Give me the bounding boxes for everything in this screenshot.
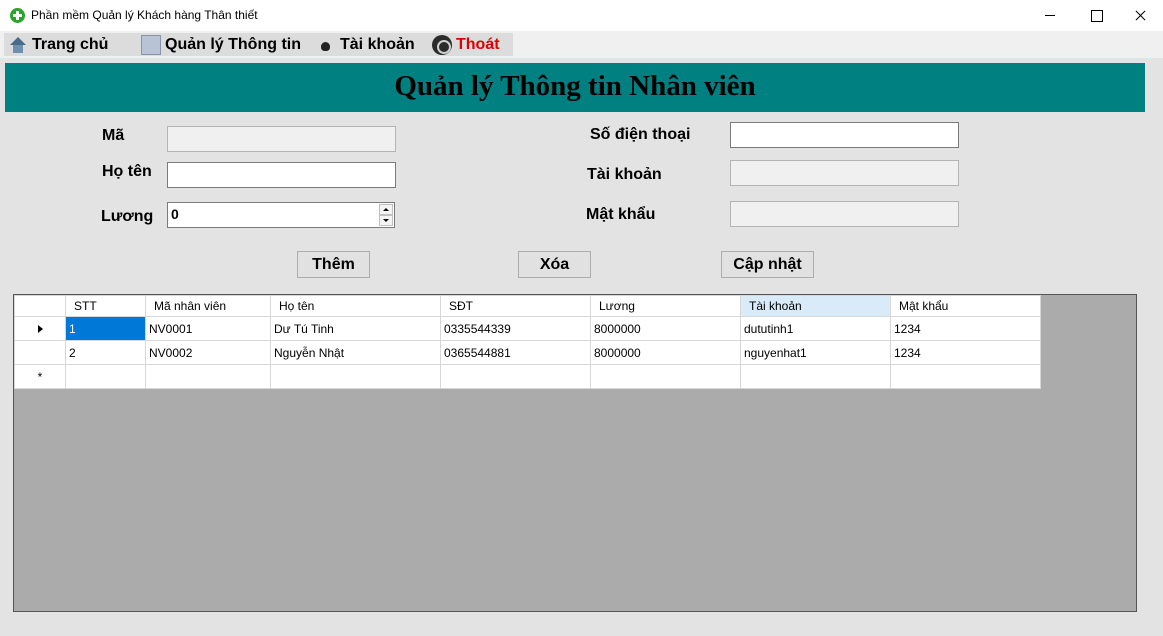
- row-header[interactable]: [14, 316, 66, 341]
- sdt-field[interactable]: [730, 122, 959, 148]
- column-header[interactable]: SĐT: [440, 295, 591, 317]
- header-band: Quản lý Thông tin Nhân viên: [5, 63, 1145, 112]
- menu-item-exit[interactable]: Thoát: [428, 33, 513, 56]
- column-header[interactable]: STT: [65, 295, 146, 317]
- menu-item-home[interactable]: Trang chủ: [4, 33, 137, 56]
- table-cell[interactable]: [145, 364, 271, 389]
- table-cell[interactable]: [590, 364, 741, 389]
- table-cell[interactable]: 1234: [890, 316, 1041, 341]
- table-cell[interactable]: 0335544339: [440, 316, 591, 341]
- table-cell[interactable]: 0365544881: [440, 340, 591, 365]
- luong-value: 0: [171, 206, 179, 222]
- table-cell[interactable]: 8000000: [590, 340, 741, 365]
- home-icon: [8, 35, 28, 55]
- table-cell[interactable]: 1: [65, 316, 146, 341]
- menu-bar: Trang chủ Quản lý Thông tin Tài khoản Th…: [0, 31, 1163, 58]
- window-title: Phần mềm Quản lý Khách hàng Thân thiết: [31, 8, 258, 22]
- page-title: Quản lý Thông tin Nhân viên: [394, 70, 756, 102]
- row-header[interactable]: [14, 340, 66, 365]
- menu-item-info[interactable]: Quản lý Thông tin: [137, 33, 312, 56]
- table-cell[interactable]: [740, 364, 891, 389]
- luong-label: Lương: [101, 208, 154, 225]
- hoten-label: Họ tên: [102, 163, 152, 180]
- column-header[interactable]: Lương: [590, 295, 741, 317]
- column-header[interactable]: Mật khẩu: [890, 295, 1041, 317]
- table-row[interactable]: 2 NV0002 Nguyễn Nhật 0365544881 8000000 …: [14, 340, 1041, 365]
- ma-field[interactable]: [167, 126, 396, 152]
- menu-item-account-label: Tài khoản: [340, 35, 415, 53]
- matkhau-field[interactable]: [730, 201, 959, 227]
- column-header[interactable]: Tài khoản: [740, 295, 891, 317]
- table-cell[interactable]: 2: [65, 340, 146, 365]
- table-cell[interactable]: 8000000: [590, 316, 741, 341]
- taikhoan-field[interactable]: [730, 160, 959, 186]
- table-cell[interactable]: 1234: [890, 340, 1041, 365]
- menu-item-account[interactable]: Tài khoản: [312, 33, 428, 56]
- table-cell[interactable]: [440, 364, 591, 389]
- table-cell[interactable]: [270, 364, 441, 389]
- current-row-arrow-icon: [37, 324, 43, 333]
- ma-label: Mã: [102, 127, 125, 144]
- column-header[interactable]: Mã nhân viên: [145, 295, 271, 317]
- stepper-down-icon[interactable]: [379, 215, 393, 226]
- table-cell[interactable]: dututinh1: [740, 316, 891, 341]
- new-row-marker: *: [14, 364, 66, 389]
- table-header-row: STT Mã nhân viên Họ tên SĐT Lương Tài kh…: [14, 295, 1041, 317]
- table-cell[interactable]: Nguyễn Nhật: [270, 340, 441, 365]
- stepper-arrows: [379, 204, 393, 226]
- table-row[interactable]: 1 NV0001 Dư Tú Tinh 0335544339 8000000 d…: [14, 316, 1041, 341]
- form-area: Quản lý Thông tin Nhân viên Mã Họ tên Lư…: [0, 58, 1163, 636]
- taikhoan-label: Tài khoản: [587, 166, 662, 183]
- sdt-label: Số điện thoại: [590, 126, 691, 143]
- stepper-up-icon[interactable]: [379, 204, 393, 215]
- row-header-corner: [14, 295, 66, 317]
- minimize-button[interactable]: [1027, 0, 1073, 31]
- app-plus-icon: [10, 8, 25, 23]
- matkhau-label: Mật khẩu: [586, 206, 656, 223]
- user-icon: [316, 35, 336, 55]
- table-cell[interactable]: NV0002: [145, 340, 271, 365]
- title-bar: Phần mềm Quản lý Khách hàng Thân thiết: [0, 0, 1163, 31]
- menu-item-exit-label: Thoát: [456, 35, 500, 53]
- delete-button[interactable]: Xóa: [518, 251, 591, 278]
- power-icon: [432, 34, 452, 55]
- employee-table: STT Mã nhân viên Họ tên SĐT Lương Tài kh…: [14, 295, 1041, 389]
- column-header[interactable]: Họ tên: [270, 295, 441, 317]
- close-button[interactable]: [1117, 0, 1163, 31]
- luong-stepper[interactable]: 0: [167, 202, 395, 228]
- menu-item-home-label: Trang chủ: [32, 35, 109, 53]
- table-cell[interactable]: [65, 364, 146, 389]
- update-button[interactable]: Cập nhật: [721, 251, 814, 278]
- table-cell[interactable]: NV0001: [145, 316, 271, 341]
- manage-info-icon: [141, 34, 161, 55]
- table-cell[interactable]: nguyenhat1: [740, 340, 891, 365]
- add-button[interactable]: Thêm: [297, 251, 370, 278]
- table-cell[interactable]: Dư Tú Tinh: [270, 316, 441, 341]
- hoten-field[interactable]: [167, 162, 396, 188]
- menu-item-info-label: Quản lý Thông tin: [165, 35, 301, 53]
- new-table-row[interactable]: *: [14, 364, 1041, 389]
- maximize-button[interactable]: [1073, 0, 1119, 31]
- table-cell[interactable]: [890, 364, 1041, 389]
- employee-grid[interactable]: STT Mã nhân viên Họ tên SĐT Lương Tài kh…: [13, 294, 1137, 612]
